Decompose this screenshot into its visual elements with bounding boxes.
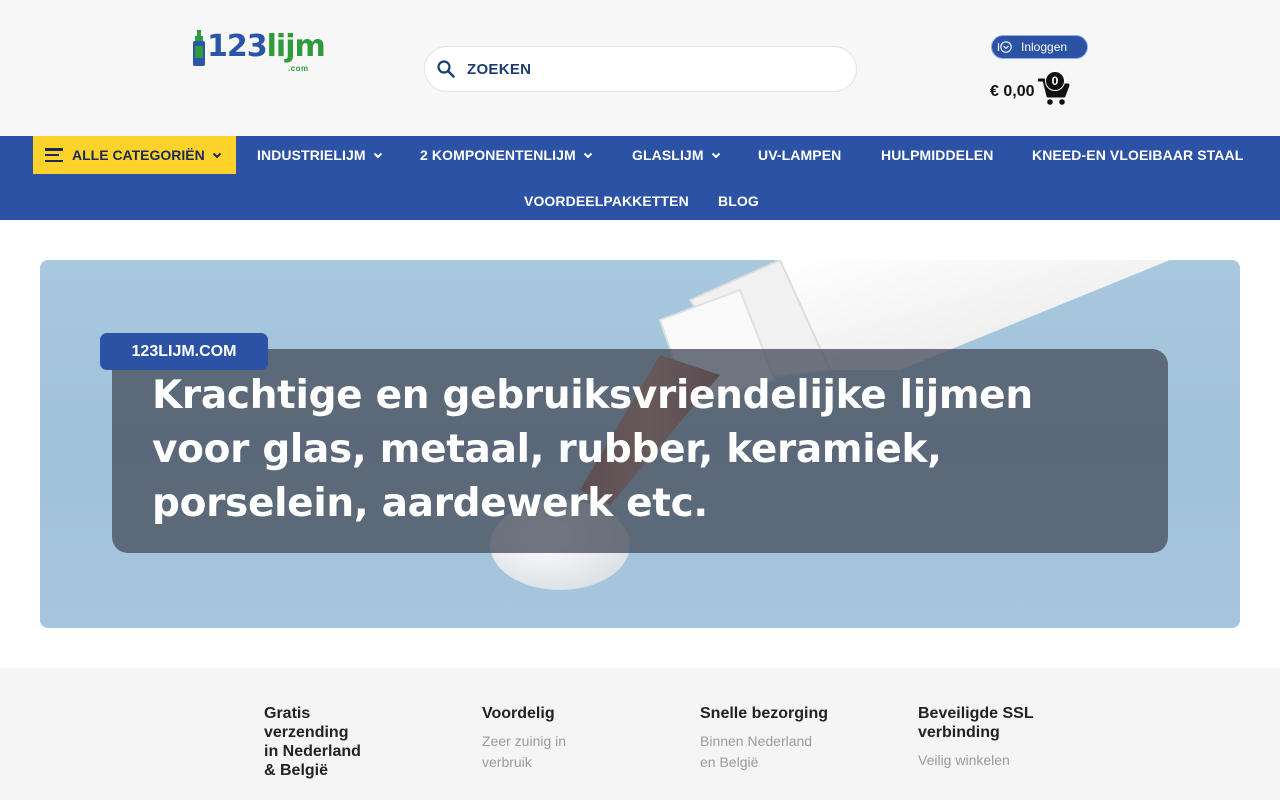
usp-advantageous: Voordelig Zeer zuinig in verbruik [482,704,592,773]
site-logo[interactable]: 123lijm .com [192,28,326,74]
logo-text: 123lijm [207,29,326,64]
menu-icon [45,148,63,162]
nav-item-label: INDUSTRIELIJM [257,147,366,163]
nav-item-label: HULPMIDDELEN [881,147,994,163]
hero-text-box: Krachtige en gebruiksvriendelijke lijmen… [112,349,1168,553]
main-navigation: ALLE CATEGORIËN INDUSTRIELIJM 2 KOMPONEN… [0,136,1280,220]
main-content: 123LIJM.COM Krachtige en gebruiksvriende… [0,220,1280,668]
nav-item-label: KNEED-EN VLOEIBAAR STAAL [1032,147,1244,163]
nav-item-industrielijm[interactable]: INDUSTRIELIJM [257,136,383,174]
nav-item-blog[interactable]: BLOG [718,182,759,220]
chevron-down-icon [212,150,222,160]
login-button[interactable]: Inloggen [991,35,1088,59]
usp-subtitle: Veilig winkelen [918,752,1010,768]
usp-free-shipping: Gratis verzending in Nederland & België [264,704,364,788]
glue-bottle-icon [192,30,206,66]
nav-item-label: 2 KOMPONENTENLIJM [420,147,576,163]
usp-title: Voordelig [482,705,555,722]
cart-total: € 0,00 [990,83,1035,100]
usp-subtitle: Zeer zuinig in verbruik [482,733,567,770]
chevron-down-icon [583,150,593,160]
nav-item-hulpmiddelen[interactable]: HULPMIDDELEN [881,136,993,174]
chevron-down-icon [711,150,721,160]
usp-title: Snelle bezorging [700,705,829,722]
nav-item-2-komponentenlijm[interactable]: 2 KOMPONENTENLIJM [420,136,593,174]
hero-banner: 123LIJM.COM Krachtige en gebruiksvriende… [40,260,1240,628]
usp-title: Beveiligde SSL verbinding [918,705,1034,741]
usp-fast-delivery: Snelle bezorging Binnen Nederland en Bel… [700,704,840,773]
login-label: Inloggen [1021,40,1068,54]
nav-item-label: VOORDEELPAKKETTEN [524,193,689,209]
user-icon [997,39,1013,55]
search-icon[interactable] [435,58,457,80]
all-categories-label: ALLE CATEGORIËN [72,147,205,163]
hero-tag: 123LIJM.COM [100,333,268,370]
nav-item-kneed-en-vloeibaar-staal[interactable]: KNEED-EN VLOEIBAAR STAAL [1032,136,1243,174]
logo-domain: .com [288,64,309,73]
nav-item-label: BLOG [718,193,759,209]
all-categories-button[interactable]: ALLE CATEGORIËN [33,136,236,174]
search-input[interactable] [467,60,827,78]
site-header: 123lijm .com Inloggen € 0,00 [0,0,1280,136]
nav-item-uv-lampen[interactable]: UV-LAMPEN [758,136,841,174]
cart-button[interactable]: € 0,00 0 [990,71,1070,112]
nav-item-voordeelpakketten[interactable]: VOORDEELPAKKETTEN [524,182,689,220]
usp-secure-ssl: Beveiligde SSL verbinding Veilig winkele… [918,704,1048,771]
cart-count-badge: 0 [1045,71,1065,91]
search-bar[interactable] [424,46,857,92]
usp-subtitle: Binnen Nederland en België [700,733,813,770]
usp-bar: Gratis verzending in Nederland & België … [0,668,1280,800]
nav-item-label: UV-LAMPEN [758,147,842,163]
nav-item-glaslijm[interactable]: GLASLIJM [632,136,721,174]
hero-title: Krachtige en gebruiksvriendelijke lijmen… [152,373,1033,526]
nav-item-label: GLASLIJM [632,147,704,163]
chevron-down-icon [373,150,383,160]
usp-title: Gratis verzending in Nederland & België [264,705,361,779]
